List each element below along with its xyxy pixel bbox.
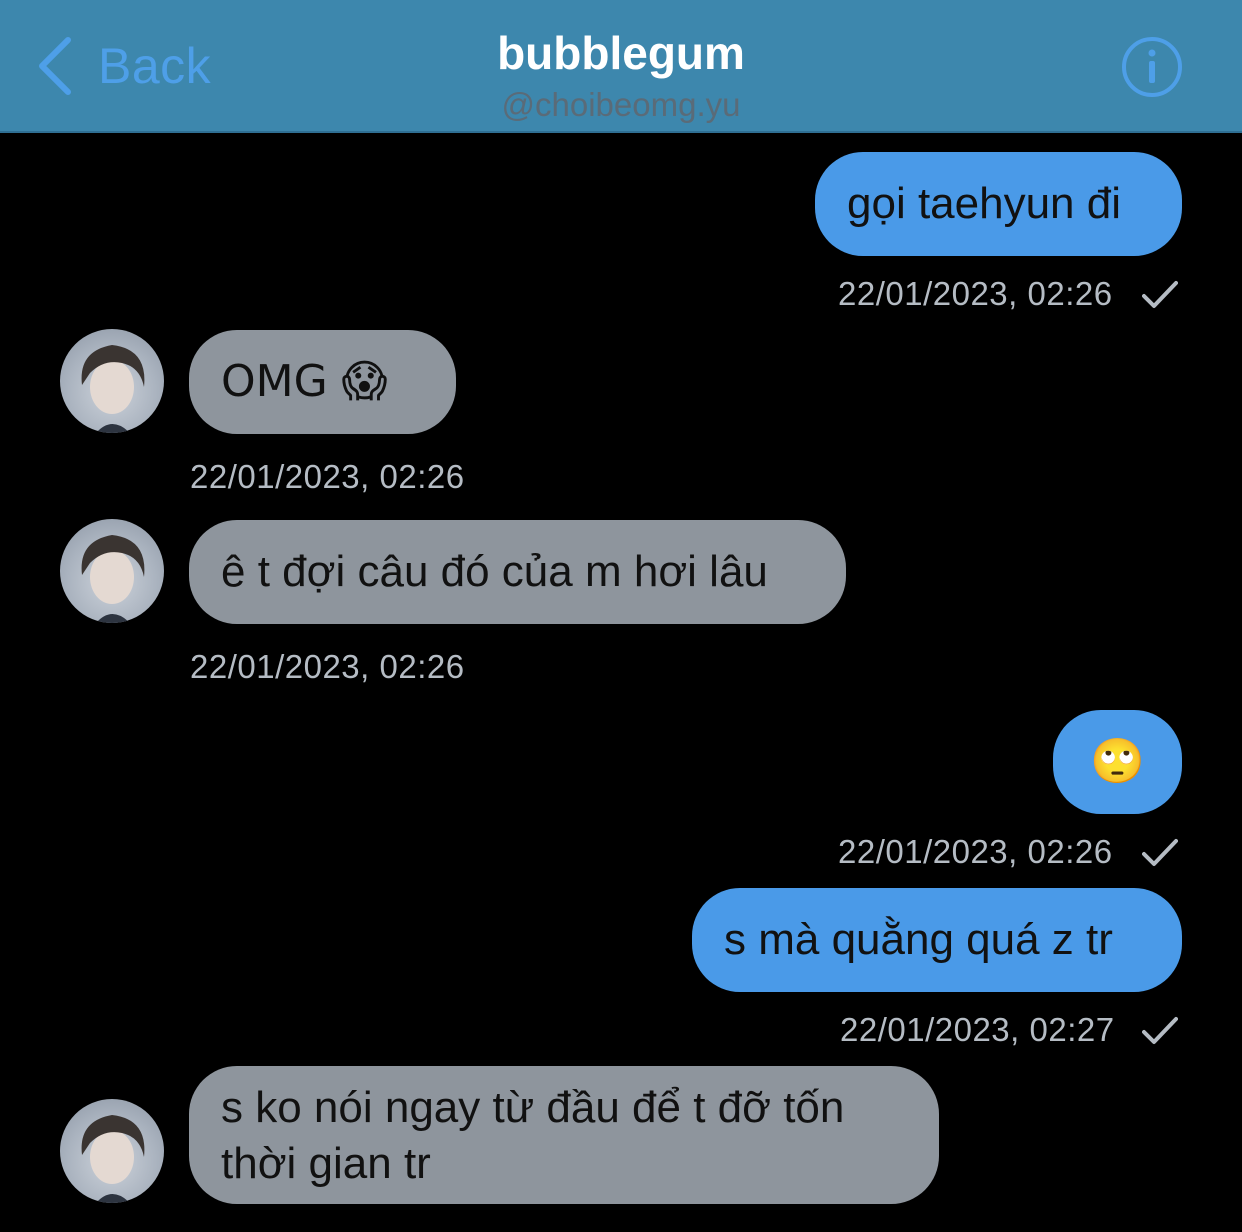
checkmark-icon — [1142, 839, 1178, 866]
message-text: s mà quằng quá z tr — [724, 915, 1113, 964]
message-timestamp: 22/01/2023, 02:26 — [190, 458, 465, 495]
message-text: OMG 😱 — [221, 356, 388, 407]
message-text: s ko nói ngay từ đầu để t đỡ tốn thời gi… — [221, 1083, 845, 1188]
checkmark-icon — [1142, 1017, 1178, 1044]
avatar-image — [81, 1115, 145, 1203]
chat-screen: Back bubblegum @choibeomg.yu gọi taehyun… — [0, 0, 1242, 1232]
avatar-image — [81, 535, 145, 623]
message-text: 🙄 — [1090, 736, 1145, 787]
message-text: ê t đợi câu đó của m hơi lâu — [221, 547, 768, 596]
message-timestamp: 22/01/2023, 02:26 — [838, 275, 1113, 312]
avatar[interactable] — [60, 1099, 164, 1203]
message-bubble-incoming[interactable]: ê t đợi câu đó của m hơi lâu — [189, 520, 846, 624]
message-timestamp: 22/01/2023, 02:26 — [190, 648, 465, 685]
message-bubble-incoming[interactable]: s ko nói ngay từ đầu để t đỡ tốn thời gi… — [189, 1066, 939, 1204]
chat-subtitle: @choibeomg.yu — [501, 86, 741, 123]
message-timestamp: 22/01/2023, 02:27 — [840, 1011, 1115, 1048]
avatar-image — [81, 345, 145, 433]
info-icon[interactable] — [1120, 35, 1184, 99]
avatar[interactable] — [60, 329, 164, 433]
message-bubble-outgoing[interactable]: 🙄 — [1053, 710, 1182, 814]
message-bubble-incoming[interactable]: OMG 😱 — [189, 330, 456, 434]
message-text: gọi taehyun đi — [847, 179, 1121, 228]
chat-header: Back bubblegum @choibeomg.yu — [0, 0, 1242, 133]
checkmark-icon — [1142, 281, 1178, 308]
message-timestamp: 22/01/2023, 02:26 — [838, 833, 1113, 870]
avatar[interactable] — [60, 519, 164, 623]
message-bubble-outgoing[interactable]: s mà quằng quá z tr — [692, 888, 1182, 992]
chat-title: bubblegum — [497, 27, 745, 79]
message-bubble-outgoing[interactable]: gọi taehyun đi — [815, 152, 1182, 256]
